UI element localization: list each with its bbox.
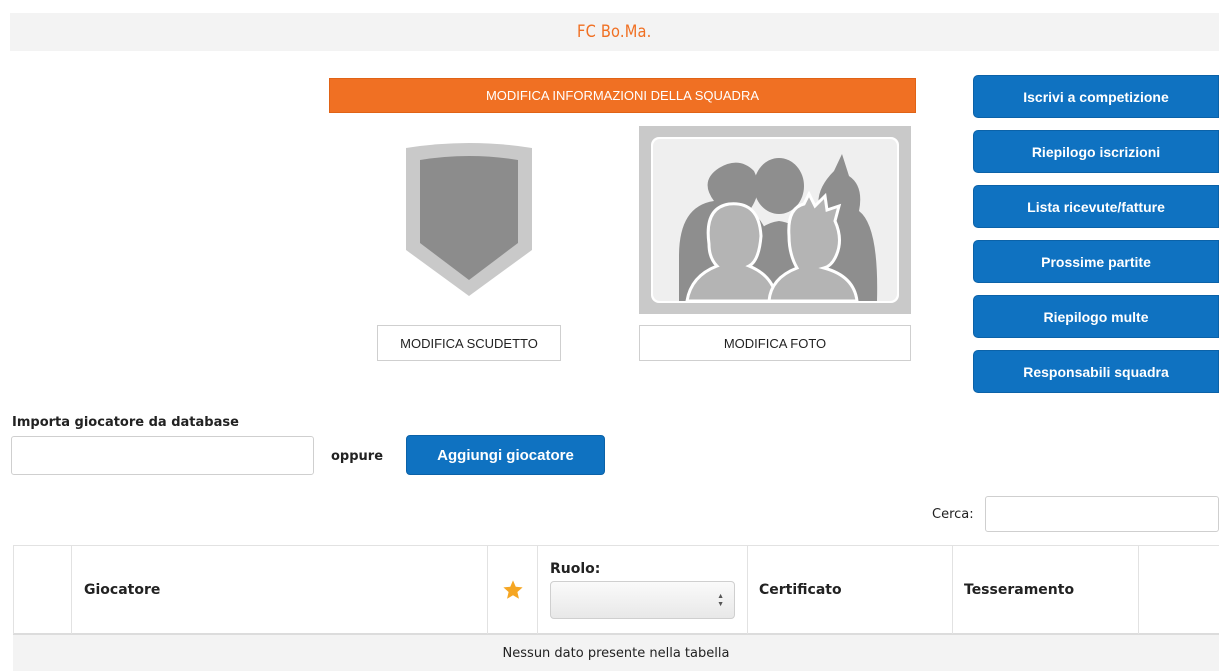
team-actions-menu: Iscrivi a competizione Riepilogo iscrizi…	[973, 75, 1219, 405]
select-arrows-icon: ▲ ▼	[717, 593, 724, 608]
import-player-label: Importa giocatore da database	[12, 415, 239, 430]
column-ruolo: Ruolo: ▲ ▼	[537, 546, 747, 634]
team-managers-button[interactable]: Responsabili squadra	[973, 350, 1219, 393]
actions-column-header	[1138, 546, 1219, 634]
players-table: Giocatore Ruolo: ▲ ▼ Certificato Tesseram…	[13, 545, 1219, 671]
team-header-bar: FC Bo.Ma.	[10, 13, 1219, 51]
receipts-invoices-button[interactable]: Lista ricevute/fatture	[973, 185, 1219, 228]
column-certificato[interactable]: Certificato	[747, 546, 952, 634]
crest-placeholder-icon	[406, 143, 532, 296]
star-icon	[502, 580, 523, 599]
column-giocatore[interactable]: Giocatore	[71, 546, 487, 634]
search-label: Cerca:	[932, 507, 974, 522]
enrollment-summary-button[interactable]: Riepilogo iscrizioni	[973, 130, 1219, 173]
enroll-competition-button[interactable]: Iscrivi a competizione	[973, 75, 1219, 118]
players-table-header: Giocatore Ruolo: ▲ ▼ Certificato Tesseram…	[13, 545, 1219, 635]
edit-crest-button[interactable]: MODIFICA SCUDETTO	[377, 325, 561, 361]
column-ruolo-label: Ruolo:	[550, 561, 601, 577]
column-captain[interactable]	[487, 546, 537, 634]
role-filter-select[interactable]: ▲ ▼	[550, 581, 735, 619]
or-label: oppure	[331, 449, 384, 464]
fines-summary-button[interactable]: Riepilogo multe	[973, 295, 1219, 338]
team-photo-placeholder-icon	[639, 126, 911, 314]
column-tesseramento[interactable]: Tesseramento	[952, 546, 1138, 634]
search-input[interactable]	[985, 496, 1219, 532]
add-player-button[interactable]: Aggiungi giocatore	[406, 435, 605, 475]
column-giocatore-label: Giocatore	[84, 582, 161, 598]
edit-team-info-button[interactable]: MODIFICA INFORMAZIONI DELLA SQUADRA	[329, 78, 916, 113]
empty-table-message: Nessun dato presente nella tabella	[13, 635, 1219, 671]
select-column-header[interactable]	[13, 546, 71, 634]
edit-photo-button[interactable]: MODIFICA FOTO	[639, 325, 911, 361]
column-tesseramento-label: Tesseramento	[964, 582, 1075, 598]
team-name: FC Bo.Ma.	[577, 22, 652, 42]
column-certificato-label: Certificato	[759, 582, 842, 598]
import-player-input[interactable]	[11, 436, 314, 475]
upcoming-matches-button[interactable]: Prossime partite	[973, 240, 1219, 283]
